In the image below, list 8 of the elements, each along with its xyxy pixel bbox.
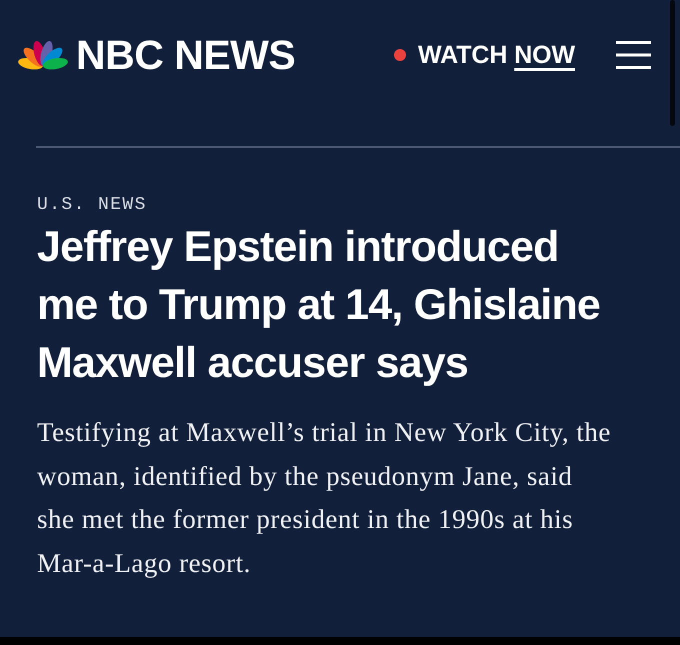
watch-now-link[interactable]: WATCH NOW bbox=[394, 38, 575, 72]
home-logo-link[interactable]: NBC NEWS bbox=[18, 34, 296, 76]
menu-icon bbox=[616, 41, 651, 69]
article-headline: Jeffrey Epstein introduced me to Trump at 14, Ghislaine Maxwell accuser says bbox=[37, 222, 602, 389]
menu-button[interactable] bbox=[616, 41, 651, 69]
article-summary: Testifying at Maxwell’s trial in New York City, the woman, identified by the pseudonym Jane, said she met the former president in the 1990s at his Mar-a-Lago resort. bbox=[37, 416, 612, 580]
section-link[interactable]: U.S. NEWS bbox=[37, 194, 147, 216]
peacock-logo-icon bbox=[18, 40, 68, 70]
